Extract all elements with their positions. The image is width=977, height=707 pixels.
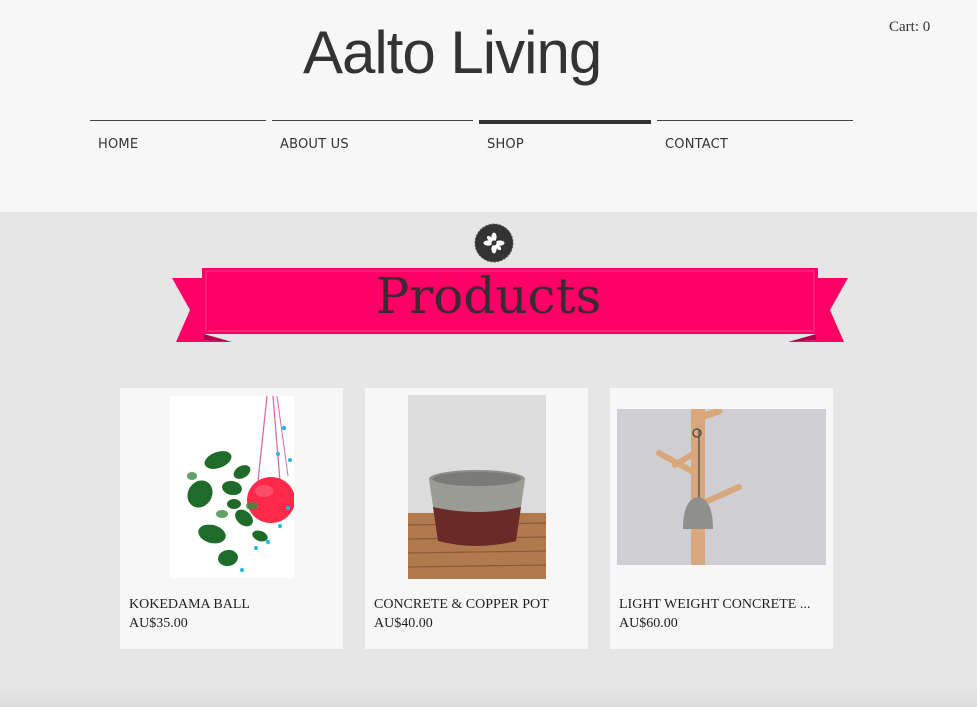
nav-item-home[interactable]: HOME: [90, 120, 266, 161]
product-card-kokedama-ball[interactable]: KOKEDAMA BALL AU$35.00: [120, 388, 343, 649]
cart-link[interactable]: Cart: 0: [889, 19, 930, 36]
hanging-plant-image[interactable]: [170, 396, 294, 578]
site-title[interactable]: Aalto Living: [303, 18, 602, 88]
concrete-pot-image[interactable]: [408, 395, 546, 579]
product-price: AU$40.00: [374, 616, 433, 631]
section-title: Products: [375, 267, 602, 325]
nav-item-label: SHOP: [487, 137, 524, 152]
nav-item-label: ABOUT US: [280, 137, 349, 152]
site-header: Aalto Living Cart: 0 HOME ABOUT US SHOP …: [0, 0, 977, 212]
product-price: AU$35.00: [129, 616, 188, 631]
nav-item-about-us[interactable]: ABOUT US: [272, 120, 473, 161]
product-card-concrete-copper-pot[interactable]: CONCRETE & COPPER POT AU$40.00: [365, 388, 588, 649]
nav-item-shop[interactable]: SHOP: [479, 120, 651, 164]
nav-item-label: CONTACT: [665, 137, 729, 152]
footer-divider: [0, 686, 977, 707]
flower-icon: [474, 223, 514, 263]
nav-item-label: HOME: [98, 137, 139, 152]
product-card-light-weight-concrete[interactable]: LIGHT WEIGHT CONCRETE ... AU$60.00: [610, 388, 833, 649]
product-name[interactable]: LIGHT WEIGHT CONCRETE ...: [619, 597, 810, 613]
product-name[interactable]: CONCRETE & COPPER POT: [374, 597, 549, 613]
product-price: AU$60.00: [619, 616, 678, 631]
nav-item-contact[interactable]: CONTACT: [657, 120, 853, 161]
wall-hook-image[interactable]: [617, 409, 826, 565]
product-name[interactable]: KOKEDAMA BALL: [129, 597, 250, 613]
